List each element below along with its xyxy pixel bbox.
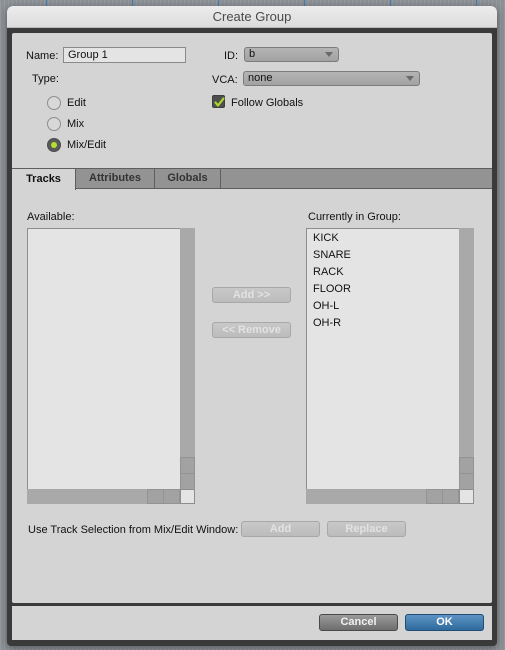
cancel-button[interactable]: Cancel xyxy=(319,614,398,631)
use-selection-label: Use Track Selection from Mix/Edit Window… xyxy=(28,524,239,536)
vca-label: VCA: xyxy=(212,74,238,86)
available-list[interactable] xyxy=(27,228,195,504)
list-item[interactable]: KICK xyxy=(313,232,339,244)
id-label: ID: xyxy=(224,50,239,62)
vca-popup[interactable]: none xyxy=(243,71,420,86)
list-item[interactable]: OH-R xyxy=(313,317,341,329)
in-group-scroll-up-button[interactable] xyxy=(459,457,474,474)
in-group-list[interactable]: KICK SNARE RACK FLOOR OH-L OH-R xyxy=(306,228,474,504)
type-radio-edit[interactable] xyxy=(47,96,61,110)
in-group-scroll-corner xyxy=(459,489,474,504)
vca-popup-value: none xyxy=(248,72,273,84)
in-group-label: Currently in Group: xyxy=(308,211,401,223)
type-label: Type: xyxy=(32,73,59,85)
list-item[interactable]: RACK xyxy=(313,266,344,278)
available-scroll-right-button[interactable] xyxy=(163,489,180,504)
type-option-mix-edit-label: Mix/Edit xyxy=(67,139,107,151)
available-vertical-scrollbar[interactable] xyxy=(180,228,195,489)
add-to-group-button[interactable]: Add >> xyxy=(212,287,291,303)
tab-attributes[interactable]: Attributes xyxy=(76,168,155,189)
list-item[interactable]: OH-L xyxy=(313,300,339,312)
id-popup-value: b xyxy=(249,48,256,60)
remove-from-group-button[interactable]: << Remove xyxy=(212,322,291,338)
available-scroll-corner xyxy=(180,489,195,504)
in-group-vertical-scrollbar[interactable] xyxy=(459,228,474,489)
in-group-scroll-down-button[interactable] xyxy=(459,473,474,490)
in-group-scroll-left-button[interactable] xyxy=(426,489,443,504)
follow-globals-checkbox[interactable] xyxy=(212,95,225,108)
type-radio-mix[interactable] xyxy=(47,117,61,131)
tab-tracks[interactable]: Tracks xyxy=(12,168,76,190)
dialog-content: Name: Group 1 Type: Edit Mix Mix/Edit ID… xyxy=(12,33,492,603)
list-item[interactable]: FLOOR xyxy=(313,283,351,295)
window-title[interactable]: Create Group xyxy=(7,6,497,28)
id-popup[interactable]: b xyxy=(244,47,339,62)
name-field[interactable]: Group 1 xyxy=(63,47,186,63)
in-group-scroll-right-button[interactable] xyxy=(442,489,459,504)
selection-replace-button[interactable]: Replace xyxy=(327,521,406,537)
type-option-mix-label: Mix xyxy=(67,118,85,130)
tab-globals[interactable]: Globals xyxy=(155,168,221,189)
dialog-footer: Cancel OK xyxy=(12,606,492,640)
available-label: Available: xyxy=(27,211,75,223)
available-scroll-left-button[interactable] xyxy=(147,489,164,504)
follow-globals-label: Follow Globals xyxy=(231,97,304,109)
tab-bar: Tracks Attributes Globals xyxy=(12,168,492,190)
create-group-dialog: Create Group Name: Group 1 Type: Edit Mi… xyxy=(7,6,497,646)
name-label: Name: xyxy=(26,50,59,62)
chevron-down-icon xyxy=(406,76,414,81)
available-scroll-up-button[interactable] xyxy=(180,457,195,474)
type-radio-mix-edit[interactable] xyxy=(47,138,61,152)
available-scroll-down-button[interactable] xyxy=(180,473,195,490)
checkmark-icon xyxy=(214,97,225,107)
list-item[interactable]: SNARE xyxy=(313,249,351,261)
type-option-edit-label: Edit xyxy=(67,97,86,109)
ok-button[interactable]: OK xyxy=(405,614,484,631)
selection-add-button[interactable]: Add xyxy=(241,521,320,537)
chevron-down-icon xyxy=(325,52,333,57)
